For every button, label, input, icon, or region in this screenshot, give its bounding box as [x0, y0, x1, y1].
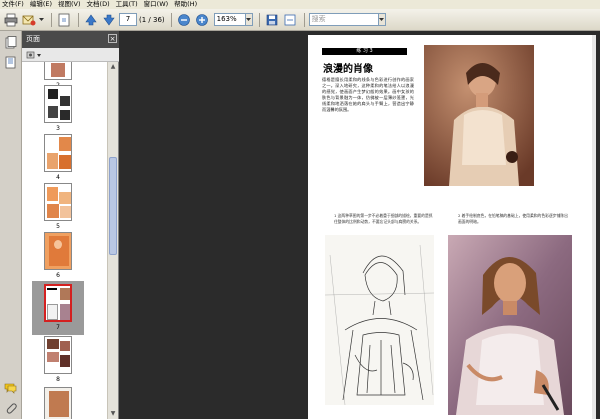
menu-file[interactable]: 文件(F) — [2, 0, 24, 9]
thumbnail-page-8[interactable]: 8 — [32, 336, 84, 384]
sketch-image — [325, 244, 434, 405]
caption-step-1: 1 这两种草图的第一步不必着重于细部的描绘，重要的是抓住整体的比例和动势，不要忘… — [334, 213, 433, 224]
article-body: 德格是擅长用柔和的线条与色彩进行创作的画家之一。深入地研究，这种柔和的笔法给人以… — [322, 77, 414, 112]
thumbnail-scrollbar[interactable]: ▲ ▼ — [107, 62, 118, 419]
toolbar-separator — [170, 12, 172, 27]
comments-panel-button[interactable] — [3, 380, 18, 395]
portrait-painting — [424, 45, 534, 186]
page-edge — [592, 35, 596, 419]
email-button[interactable] — [21, 12, 37, 28]
color-underpainting — [448, 235, 572, 415]
document-viewport[interactable]: 练 习 3 浪漫的肖像 德格是擅长用柔和的线条与色彩进行创作的画家之一。深入地研… — [119, 31, 600, 419]
thumbnail-image — [44, 232, 72, 270]
bookmarks-panel-button[interactable] — [3, 55, 18, 70]
chevron-down-icon — [39, 17, 44, 21]
chevron-down-icon — [378, 17, 384, 21]
thumbnail-label: 3 — [56, 125, 60, 132]
article-title: 浪漫的肖像 — [323, 64, 373, 75]
toolbar-separator — [78, 12, 79, 27]
page-number-input[interactable]: 7 — [119, 13, 137, 26]
fit-width-icon — [284, 14, 296, 25]
thumbnail-image — [44, 62, 72, 80]
page-count: (1 / 36) — [139, 15, 165, 24]
underpainting-image — [448, 235, 572, 415]
fit-page-button[interactable] — [56, 12, 72, 28]
pages-panel: 页面 × 2 3 — [22, 31, 119, 419]
toolbar: 7 (1 / 36) 163% 搜索 — [0, 9, 600, 31]
paperclip-icon — [6, 403, 17, 414]
caption-step-2: 2 着手绘制底色，在铅笔稿的基础上，使用柔和的色彩逐步铺陈出画面的明暗。 — [458, 213, 568, 224]
thumbnail-image — [44, 336, 72, 374]
pages-panel-title: 页面 — [26, 35, 40, 43]
next-page-button[interactable] — [101, 12, 117, 28]
options-icon[interactable] — [26, 50, 42, 60]
toolbar-separator — [303, 12, 305, 27]
chevron-down-icon — [245, 17, 251, 21]
thumbnail-label: 5 — [56, 223, 60, 230]
thumbnail-page-7[interactable]: 7 — [32, 281, 84, 335]
save-button[interactable] — [264, 12, 280, 28]
arrow-down-icon — [103, 14, 115, 26]
thumbnail-page-4[interactable]: 4 — [32, 134, 84, 182]
bookmark-page-icon — [5, 56, 15, 69]
menu-bar: 文件(F) 编辑(E) 视图(V) 文档(D) 工具(T) 窗口(W) 帮助(H… — [0, 0, 600, 9]
menu-tools[interactable]: 工具(T) — [116, 0, 138, 9]
toolbar-separator — [258, 12, 260, 27]
menu-window[interactable]: 窗口(W) — [144, 0, 169, 9]
thumbnail-page-9[interactable] — [32, 387, 84, 419]
scroll-down-arrow[interactable]: ▼ — [109, 410, 117, 418]
zoom-in-icon — [195, 13, 208, 26]
navigation-rail — [0, 31, 22, 419]
pages-panel-header: 页面 × — [22, 31, 119, 48]
menu-help[interactable]: 帮助(H) — [174, 0, 197, 9]
previous-page-button[interactable] — [83, 12, 99, 28]
fit-width-button[interactable] — [282, 12, 298, 28]
print-button[interactable] — [3, 12, 19, 28]
page-fit-icon — [58, 13, 70, 26]
zoom-out-icon — [177, 13, 190, 26]
zoom-in-button[interactable] — [194, 12, 210, 28]
scrollbar-thumb[interactable] — [109, 157, 117, 255]
thumbnail-image — [44, 284, 72, 322]
zoom-dropdown[interactable] — [245, 13, 253, 26]
exercise-tag: 练 习 3 — [322, 48, 407, 55]
envelope-icon — [22, 15, 36, 25]
attachments-panel-button[interactable] — [3, 400, 18, 415]
document-page: 练 习 3 浪漫的肖像 德格是擅长用柔和的线条与色彩进行创作的画家之一。深入地研… — [308, 35, 596, 419]
thumbnail-list: 2 3 4 — [22, 62, 108, 419]
thumbnail-image — [44, 387, 72, 419]
panel-close-button[interactable]: × — [108, 34, 117, 43]
email-dropdown[interactable] — [39, 12, 45, 28]
pages-panel-button[interactable] — [3, 35, 18, 50]
thumbnail-page-6[interactable]: 6 — [32, 232, 84, 280]
printer-icon — [4, 13, 18, 26]
menu-view[interactable]: 视图(V) — [58, 0, 81, 9]
thumbnail-image — [44, 85, 72, 123]
thumbnail-page-3[interactable]: 3 — [32, 85, 84, 133]
zoom-select[interactable]: 163% — [213, 13, 246, 26]
search-dropdown[interactable] — [378, 13, 386, 26]
arrow-up-icon — [85, 13, 97, 25]
thumbnail-label: 7 — [56, 324, 60, 331]
panel-options-bar — [22, 48, 119, 62]
toolbar-separator — [51, 12, 52, 27]
search-input[interactable]: 搜索 — [308, 13, 379, 26]
scroll-up-arrow[interactable]: ▲ — [109, 63, 117, 71]
thumbnail-label: 8 — [56, 376, 60, 383]
menu-edit[interactable]: 编辑(E) — [30, 0, 52, 9]
comment-icon — [4, 383, 17, 394]
pages-icon — [5, 36, 16, 49]
menu-document[interactable]: 文档(D) — [87, 0, 110, 9]
thumbnail-label: 6 — [56, 272, 60, 279]
thumbnail-image — [44, 183, 72, 221]
floppy-icon — [266, 14, 277, 25]
thumbnail-image — [44, 134, 72, 172]
portrait-image — [424, 45, 534, 186]
thumbnail-page-5[interactable]: 5 — [32, 183, 84, 231]
thumbnail-label: 4 — [56, 174, 60, 181]
zoom-out-button[interactable] — [176, 12, 192, 28]
pencil-sketch — [325, 235, 434, 405]
